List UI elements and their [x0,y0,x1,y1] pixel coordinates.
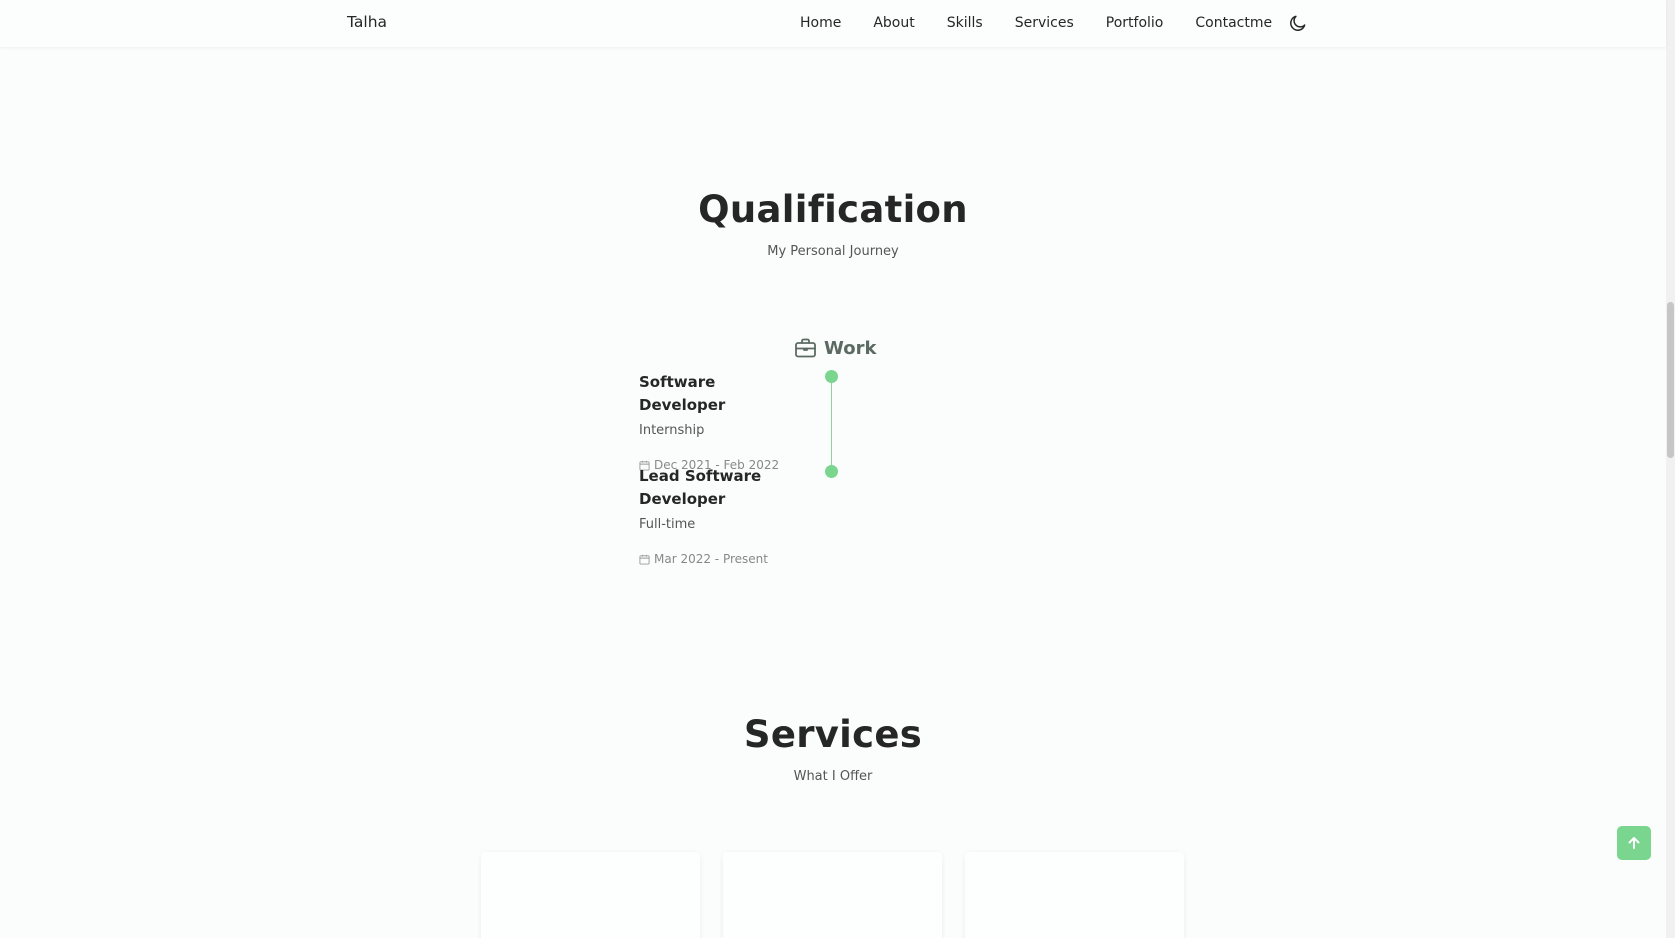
page: Talha Home About Skills Services Portfol… [0,0,1675,938]
qualification-item: Software Developer Internship Dec 2021 -… [639,371,799,472]
nav-about[interactable]: About [873,14,914,32]
moon-icon[interactable] [1288,13,1308,33]
qualification-date-text: Mar 2022 - Present [654,552,768,566]
timeline-dot [825,370,838,383]
nav-services[interactable]: Services [1015,14,1074,32]
qualification-date: Mar 2022 - Present [639,552,799,566]
calendar-icon [639,554,650,565]
tab-work[interactable]: Work [793,336,876,360]
scrollbar-track[interactable] [1666,0,1675,938]
qualification-role: Software Developer [639,373,726,414]
nav-contactme[interactable]: Contactme [1195,14,1272,32]
site-header: Talha Home About Skills Services Portfol… [0,0,1666,47]
theme-toggle-button[interactable] [1288,13,1308,33]
main-nav: Home About Skills Services Portfolio Con… [800,13,1308,33]
services-title: Services [743,713,923,756]
scrollbar-thumb[interactable] [1667,302,1674,458]
nav-home[interactable]: Home [800,14,841,32]
nav-portfolio[interactable]: Portfolio [1106,14,1164,32]
tab-work-label: Work [824,337,877,359]
nav-skills[interactable]: Skills [947,14,983,32]
qualification-type: Full-time [639,517,696,532]
briefcase-icon [795,338,816,358]
timeline-line [831,376,832,472]
service-card[interactable] [965,852,1184,938]
service-card[interactable] [481,852,700,938]
qualification-item: Lead Software Developer Full-time Mar 20… [639,465,799,566]
qualification-role: Lead Software Developer [639,467,762,508]
scroll-up-button[interactable] [1617,826,1651,860]
arrow-up-icon [1628,837,1640,849]
site-logo[interactable]: Talha [347,13,387,31]
qualification-type: Internship [639,423,705,438]
qualification-subtitle: My Personal Journey [767,244,899,259]
timeline-dot [825,465,838,478]
services-subtitle: What I Offer [793,769,873,784]
service-card[interactable] [723,852,942,938]
qualification-title: Qualification [698,188,968,231]
